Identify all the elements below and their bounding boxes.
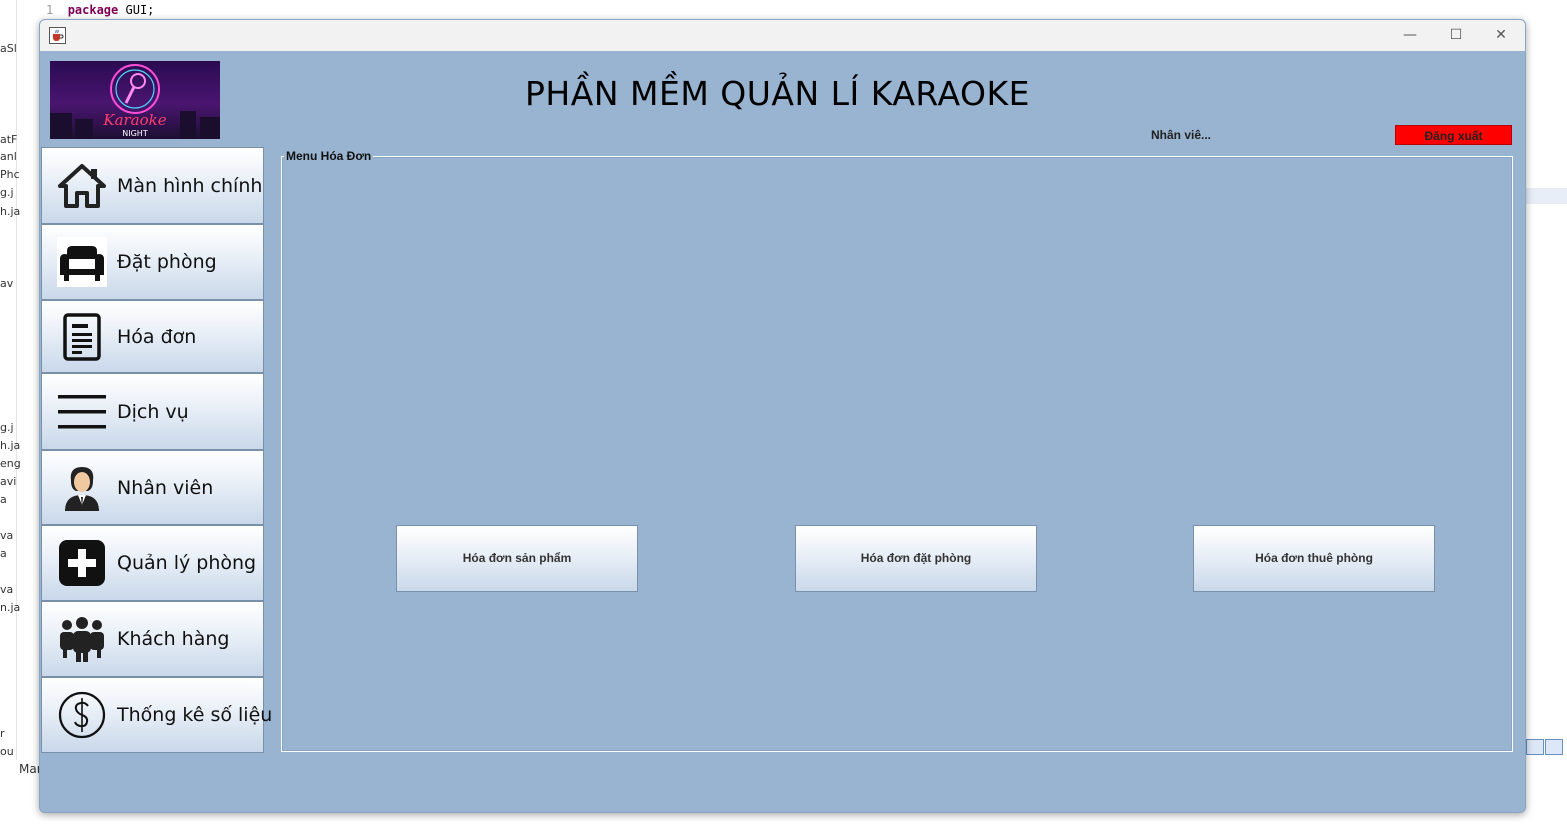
booking-invoice-button[interactable]: Hóa đơn đặt phòng — [795, 525, 1037, 592]
product-invoice-button[interactable]: Hóa đơn sản phẩm — [396, 525, 638, 592]
ide-code-line: 1 package GUI; — [46, 3, 155, 17]
dollar-circle-icon — [57, 690, 107, 740]
sidebar-item-employees[interactable]: Nhân viên — [41, 450, 264, 525]
sofa-icon — [57, 237, 107, 287]
invoice-icon — [57, 312, 107, 362]
menu-lines-icon — [57, 387, 107, 437]
ide-fragment: atF — [0, 133, 18, 146]
java-cup-icon — [49, 27, 66, 44]
logout-button[interactable]: Đăng xuất — [1395, 125, 1512, 145]
ide-toolbar-icon[interactable] — [1545, 739, 1563, 755]
minimize-button[interactable]: — — [1400, 26, 1420, 44]
panel-title: Menu Hóa Đơn — [284, 149, 374, 163]
sidebar-item-label: Khách hàng — [117, 628, 230, 650]
ide-fragment: a — [0, 493, 7, 506]
employee-icon — [57, 463, 107, 513]
sidebar-item-room-management[interactable]: Quản lý phòng — [41, 525, 264, 601]
sidebar-item-label: Đặt phòng — [117, 251, 217, 273]
app-window: — ☐ ✕ Karaoke NIGHT PHẦN MỀM QUẢN LÍ KAR… — [39, 19, 1526, 813]
ide-highlight-strip — [1524, 188, 1567, 204]
sidebar-item-customers[interactable]: Khách hàng — [41, 601, 264, 677]
ide-fragment: avi — [0, 475, 17, 488]
ide-fragment: a — [0, 547, 7, 560]
ide-fragment: ou — [0, 745, 14, 758]
ide-fragment: n.ja — [0, 601, 21, 614]
sidebar-item-label: Thống kê số liệu — [117, 704, 273, 726]
sidebar-item-invoice[interactable]: Hóa đơn — [41, 300, 264, 373]
plus-square-icon — [57, 538, 107, 588]
rental-invoice-button[interactable]: Hóa đơn thuê phòng — [1193, 525, 1435, 592]
sidebar-item-booking[interactable]: Đặt phòng — [41, 224, 264, 300]
ide-fragment: va — [0, 529, 14, 542]
ide-fragment: h.ja — [0, 439, 21, 452]
title-bar[interactable]: — ☐ ✕ — [40, 20, 1525, 51]
ide-fragment: g.j — [0, 186, 14, 199]
logo-text-top: Karaoke — [102, 111, 166, 129]
sidebar-item-main-screen[interactable]: Màn hình chính — [41, 147, 264, 224]
ide-fragment: r — [0, 727, 5, 740]
karaoke-logo: Karaoke NIGHT — [50, 61, 220, 139]
sidebar-item-label: Dịch vụ — [117, 400, 189, 423]
invoice-menu-panel — [281, 156, 1513, 752]
app-title: PHẦN MỀM QUẢN LÍ KARAOKE — [525, 74, 1030, 113]
ide-fragment: av — [0, 277, 14, 290]
ide-fragment: va — [0, 583, 14, 596]
ide-left-panel — [0, 0, 17, 838]
sidebar-item-label: Hóa đơn — [117, 325, 197, 348]
ide-fragment: Phc — [0, 168, 20, 181]
ide-fragment: h.ja — [0, 205, 21, 218]
ide-fragment: eng — [0, 457, 21, 470]
ide-toolbar-icon[interactable] — [1526, 739, 1544, 755]
sidebar-item-statistics[interactable]: Thống kê số liệu — [41, 677, 272, 753]
close-button[interactable]: ✕ — [1491, 26, 1511, 44]
logo-text-bottom: NIGHT — [122, 129, 148, 138]
sidebar-item-label: Quản lý phòng — [117, 552, 257, 574]
sidebar-item-services[interactable]: Dịch vụ — [41, 373, 264, 450]
sidebar-item-label: Nhân viên — [117, 476, 214, 499]
customers-icon — [57, 614, 107, 664]
sidebar-item-label: Màn hình chính — [117, 174, 263, 197]
maximize-button[interactable]: ☐ — [1446, 26, 1466, 44]
user-name-label: Nhân viê... — [1151, 128, 1212, 142]
ide-fragment: g.j — [0, 421, 14, 434]
home-icon — [57, 161, 107, 211]
ide-fragment: anl — [0, 150, 17, 163]
ide-fragment: aSl — [0, 42, 17, 55]
